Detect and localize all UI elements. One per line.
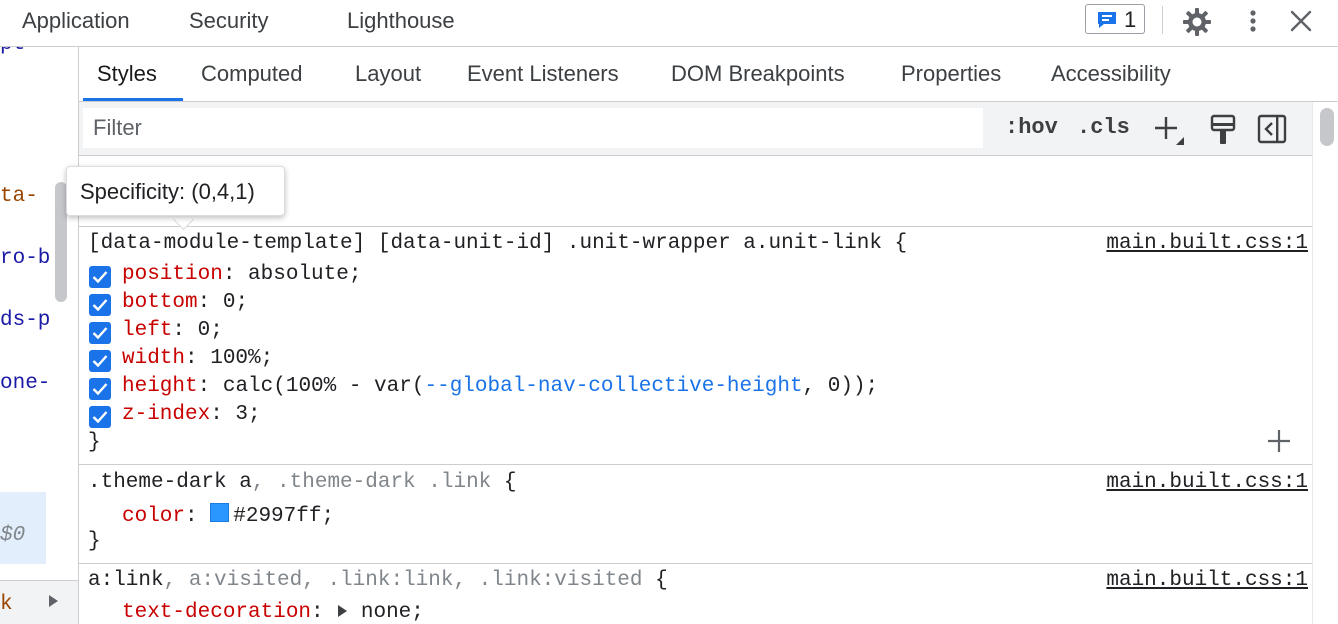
css-declaration[interactable]: bottom: 0; — [122, 291, 248, 314]
property-checkbox[interactable] — [89, 378, 111, 400]
styles-pane: [data-module-template] [data-unit-id] .u… — [79, 156, 1312, 624]
rule-divider — [79, 226, 1312, 227]
css-declaration[interactable]: position: absolute; — [122, 263, 361, 286]
specificity-tooltip: Specificity: (0,4,1) — [66, 166, 285, 216]
tab-application[interactable]: Application — [22, 8, 130, 34]
new-style-rule-icon[interactable] — [1152, 114, 1186, 151]
rule-divider — [79, 464, 1312, 465]
tab-dom-breakpoints[interactable]: DOM Breakpoints — [671, 61, 845, 87]
property-checkbox[interactable] — [89, 322, 111, 344]
tab-properties[interactable]: Properties — [901, 61, 1001, 87]
gear-icon[interactable] — [1182, 7, 1212, 42]
rule-selector[interactable]: a:link, a:visited, .link:link, .link:vis… — [88, 569, 668, 592]
tab-lighthouse[interactable]: Lighthouse — [347, 8, 455, 34]
property-checkbox[interactable] — [89, 294, 111, 316]
css-declaration[interactable]: z-index: 3; — [122, 403, 261, 426]
elements-sidebar-tabs: Styles Computed Layout Event Listeners D… — [79, 47, 1338, 102]
color-swatch[interactable] — [210, 503, 230, 522]
dollar-zero-marker: $0 — [0, 524, 26, 547]
tab-event-listeners[interactable]: Event Listeners — [467, 61, 619, 87]
property-checkbox[interactable] — [89, 350, 111, 372]
tab-accessibility[interactable]: Accessibility — [1051, 61, 1171, 87]
property-checkbox[interactable] — [89, 406, 111, 428]
selected-dom-node[interactable]: $0 — [0, 492, 46, 564]
dom-text-fragment: pt — [0, 47, 25, 56]
add-property-icon[interactable] — [1266, 428, 1292, 459]
tooltip-text: Specificity: (0,4,1) — [80, 179, 255, 204]
hover-state-toggle[interactable]: :hov — [1005, 115, 1058, 140]
expand-triangle-icon[interactable] — [336, 601, 348, 624]
css-declaration[interactable]: width: 100%; — [122, 347, 273, 370]
dom-text-fragment: ro-b — [0, 247, 51, 270]
rule-close-brace: } — [88, 530, 101, 553]
css-declaration[interactable]: text-decoration: none; — [122, 601, 424, 624]
stylesheet-source-link[interactable]: main.built.css:1 — [1106, 232, 1308, 255]
css-variable-link[interactable]: --global-nav-collective-height — [424, 375, 802, 398]
rule-selector[interactable]: .theme-dark a, .theme-dark .link { — [88, 471, 517, 494]
tab-layout[interactable]: Layout — [355, 61, 421, 87]
styles-scrollbar-track[interactable] — [1312, 102, 1338, 624]
more-options-icon[interactable] — [1244, 7, 1262, 42]
breadcrumb-fragment[interactable]: k — [0, 593, 13, 616]
issues-count: 1 — [1124, 7, 1137, 32]
class-toggle[interactable]: .cls — [1077, 115, 1130, 140]
styles-toolbar: :hov .cls — [79, 102, 1312, 156]
dom-text-fragment: ta- — [0, 185, 38, 208]
stylesheet-source-link[interactable]: main.built.css:1 — [1106, 471, 1308, 494]
tab-computed[interactable]: Computed — [201, 61, 303, 87]
paint-brush-icon[interactable] — [1209, 114, 1237, 151]
devtools-panel-tabs: Application Security Lighthouse 1 — [0, 0, 1338, 47]
dom-text-fragment: ds-p — [0, 309, 51, 332]
rule-close-brace: } — [88, 431, 101, 454]
toolbar-divider — [1162, 6, 1163, 34]
toggle-sidebar-icon[interactable] — [1257, 114, 1287, 149]
rule-divider — [79, 563, 1312, 564]
filter-input[interactable] — [83, 108, 983, 148]
active-tab-indicator — [83, 98, 183, 101]
css-declaration[interactable]: left: 0; — [122, 319, 223, 342]
rule-selector[interactable]: [data-module-template] [data-unit-id] .u… — [88, 232, 907, 255]
triangle-right-icon[interactable] — [47, 594, 59, 613]
issues-counter-button[interactable]: 1 — [1085, 4, 1145, 34]
breadcrumb-bar: k — [0, 580, 78, 624]
tab-security[interactable]: Security — [189, 8, 268, 34]
dom-tree-panel: pt ta- ro-b ds-p one- $0 k — [0, 47, 79, 624]
css-declaration[interactable]: height: calc(100% - var(--global-nav-col… — [122, 375, 878, 398]
issue-bubble-icon — [1096, 10, 1118, 35]
tab-styles[interactable]: Styles — [97, 61, 157, 87]
dom-text-fragment: one- — [0, 372, 51, 395]
stylesheet-source-link[interactable]: main.built.css:1 — [1106, 569, 1308, 592]
styles-scrollbar-thumb[interactable] — [1320, 108, 1334, 146]
property-checkbox[interactable] — [89, 266, 111, 288]
close-icon[interactable] — [1289, 9, 1313, 38]
css-declaration[interactable]: color: #2997ff; — [122, 503, 334, 528]
